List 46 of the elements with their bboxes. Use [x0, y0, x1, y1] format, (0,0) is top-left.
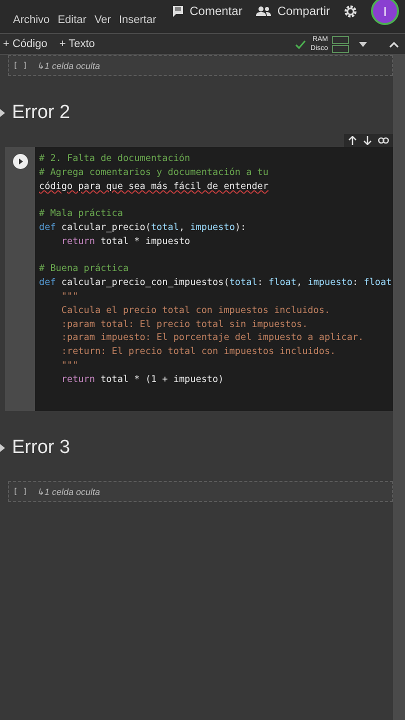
caret-icon[interactable] [0, 444, 5, 452]
dropdown-icon[interactable] [359, 42, 367, 46]
menu-item[interactable]: Editar [58, 14, 86, 26]
hidden-cells-bar[interactable]: [ ] ↳1 celda oculta [8, 55, 393, 76]
section-heading: Error 3 [12, 437, 70, 459]
cell-bracket: [ ] [13, 487, 28, 496]
down-arrow-icon[interactable] [363, 136, 372, 145]
code-line: :return: El precio total con impuestos incluidos. [60, 346, 336, 358]
code-line: """ [60, 360, 78, 371]
cell-bracket: [ ] [13, 61, 28, 70]
code-cell[interactable] [5, 147, 393, 411]
code-line: Calcula el precio total con impuestos incluidos. [60, 304, 330, 316]
menu-item[interactable]: Archivo [13, 14, 50, 26]
hidden-cells-label: ↳1 celda oculta [36, 486, 100, 496]
hidden-cells-bar[interactable]: [ ] ↳1 celda oculta [8, 481, 393, 502]
add-cell-button[interactable]: + Texto [59, 38, 95, 50]
caret-icon[interactable] [0, 109, 5, 117]
code-line: """ [60, 290, 78, 302]
menu-item[interactable]: Ver [94, 14, 111, 26]
comment-icon [172, 5, 184, 17]
hidden-cells-label: ↳1 celda oculta [36, 60, 100, 70]
code-line: def calcular_precio_con_impuestos(total: float, impuesto: float [39, 277, 392, 288]
code-line: return total * impuesto [60, 236, 190, 247]
code-line: def calcular_precio(total, impuesto): [39, 222, 246, 233]
code-line: código para que sea más fácil de entender [39, 180, 268, 192]
settings-icon[interactable] [344, 4, 357, 18]
resource-meter[interactable] [332, 36, 349, 52]
avatar[interactable]: I [371, 0, 399, 25]
people-icon [256, 6, 272, 16]
link-icon[interactable] [378, 136, 389, 145]
code-line: :param total: El precio total sin impuestos. [60, 318, 308, 330]
code-line: # Buena práctica [39, 263, 129, 274]
add-cell-button[interactable]: + Código [3, 38, 48, 50]
collapse-icon[interactable] [389, 40, 399, 48]
code-line: :param impuesto: El porcentaje del impuesto a aplicar. [60, 332, 364, 344]
section-heading: Error 2 [12, 102, 70, 124]
code-line: # Agrega comentarios y documentación a tu [39, 166, 268, 178]
share-button[interactable]: Compartir [256, 4, 330, 18]
code-line: return total * (1 + impuesto) [60, 374, 224, 385]
code-line: # Mala práctica [39, 208, 123, 220]
scrollbar[interactable] [393, 54, 405, 720]
comment-button[interactable]: Comentar [172, 4, 242, 18]
run-icon[interactable] [12, 154, 28, 169]
menu-item[interactable]: Insertar [118, 14, 156, 26]
code-line: # 2. Falta de documentación [39, 153, 190, 164]
up-arrow-icon[interactable] [348, 136, 357, 145]
